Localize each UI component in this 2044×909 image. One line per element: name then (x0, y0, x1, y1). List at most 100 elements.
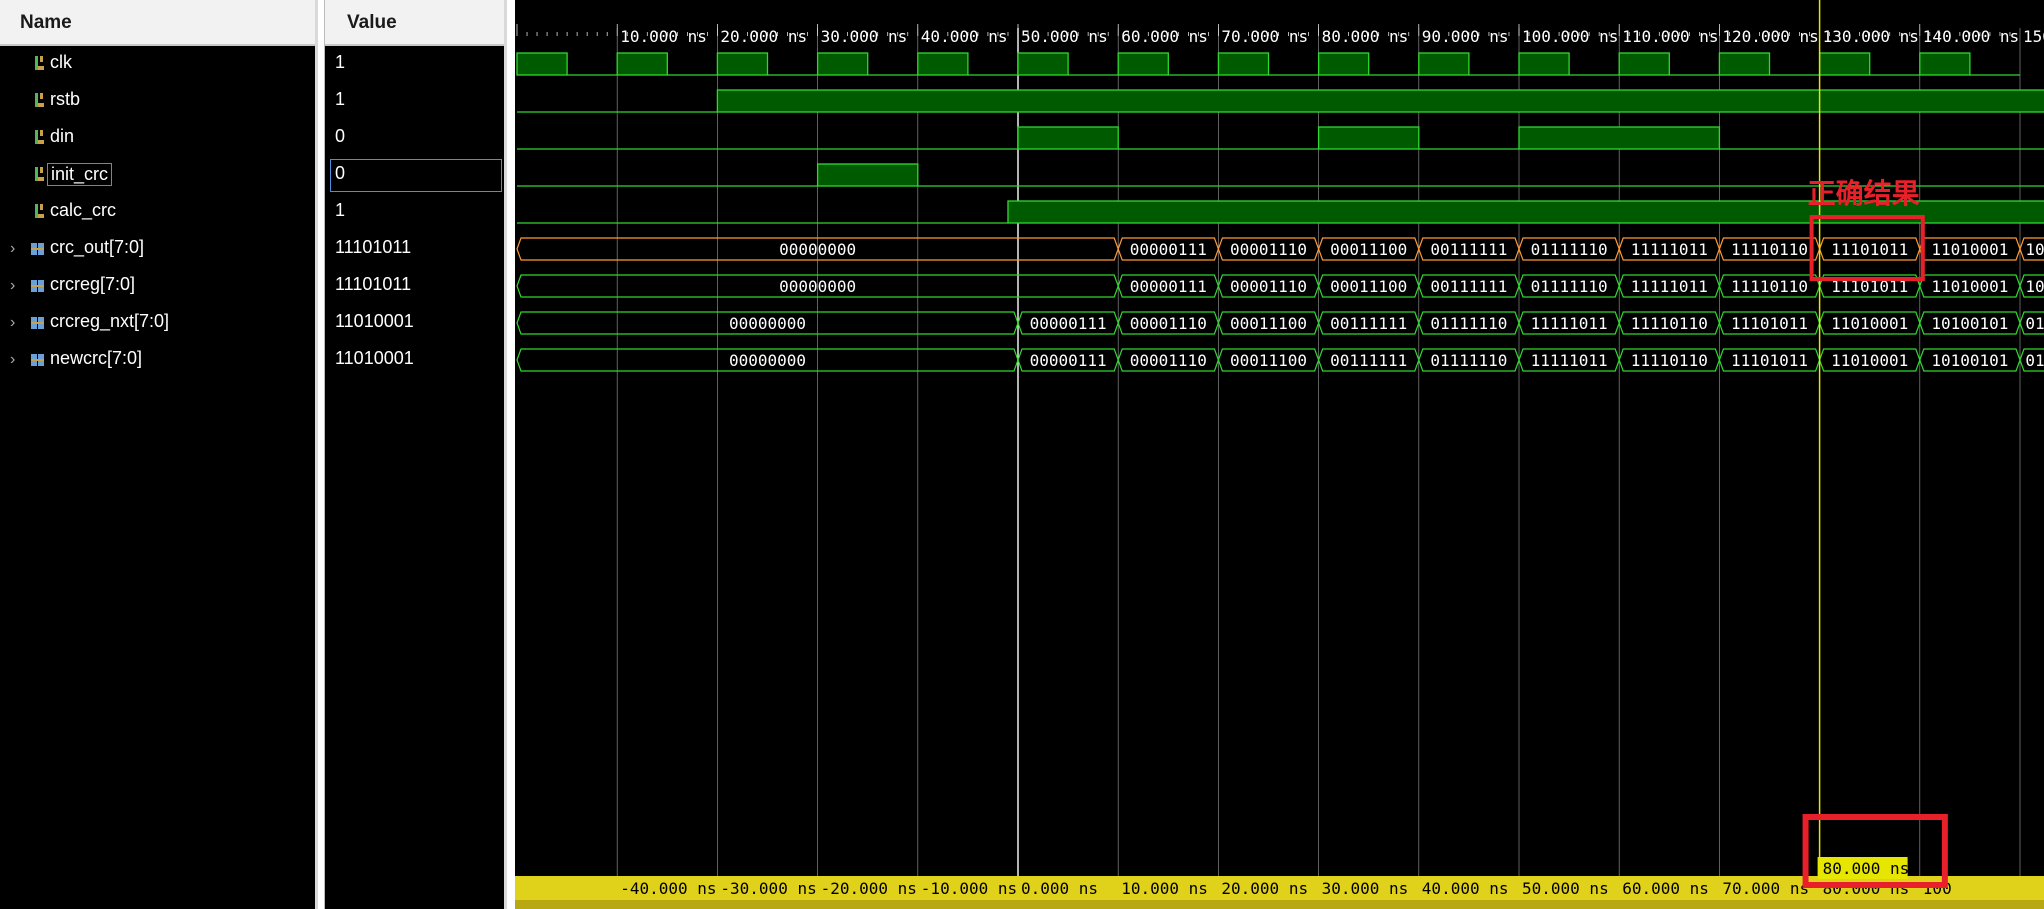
crcreg-value-label: 00000000 (779, 277, 856, 296)
crc-out-value-label: 00011100 (1330, 240, 1407, 259)
top-ruler-label: 40.000 ns (921, 27, 1008, 46)
value-row[interactable]: 0 (325, 157, 504, 194)
crc-out-value-label: 11110110 (1731, 240, 1808, 259)
crcreg-value-label: 00011100 (1330, 277, 1407, 296)
crcreg-nxt-value-label: 00000000 (729, 314, 806, 333)
top-ruler-label: 50.000 ns (1021, 27, 1108, 46)
bus-signal-icon (31, 243, 44, 255)
bit-signal-icon (35, 56, 44, 70)
value-row[interactable]: 1 (325, 83, 504, 120)
newcrc-value-label: 00000111 (1030, 351, 1107, 370)
crcreg-nxt-value-label: 00000111 (1030, 314, 1107, 333)
signal-row-clk[interactable]: clk (0, 46, 315, 83)
top-ruler-label: 80.000 ns (1322, 27, 1409, 46)
signal-row-init_crc[interactable]: init_crc (0, 157, 315, 194)
crcreg-nxt-value-label: 11110110 (1631, 314, 1708, 333)
signal-name: crcreg_nxt[7:0] (50, 311, 170, 331)
crcreg-value-label: 00000111 (1130, 277, 1207, 296)
newcrc-value-label: 00000000 (729, 351, 806, 370)
clk-high-pulse (1518, 52, 1570, 76)
signal-row-crcreg_nxt[interactable]: › crcreg_nxt[7:0] (0, 305, 315, 342)
crc-out-value-label: 00001110 (1230, 240, 1307, 259)
selected-value-box (330, 159, 502, 192)
crcreg-value-label: 00111111 (1430, 277, 1507, 296)
clk-high-pulse (1919, 52, 1971, 76)
crcreg-nxt-value-label: 00011100 (1230, 314, 1307, 333)
bottom-ruler-label: 30.000 ns (1322, 879, 1409, 898)
name-column-header[interactable]: Name (0, 0, 315, 46)
signal-row-crcreg[interactable]: › crcreg[7:0] (0, 268, 315, 305)
clk-high-pulse (1718, 52, 1771, 76)
waveform-canvas[interactable]: 10.000 ns 20.000 ns 30.000 ns 40.000 ns 50.0… (515, 0, 2044, 909)
top-ruler-label: 100.000 ns (1522, 27, 1618, 46)
signal-value: 1 (335, 52, 346, 72)
crc-out-value-label: 11101011 (1831, 240, 1908, 259)
top-ruler-label: 130.000 ns (1823, 27, 1919, 46)
top-ruler-label: 90.000 ns (1422, 27, 1509, 46)
clk-high-pulse (1818, 52, 1871, 76)
expand-chevron-icon[interactable]: › (10, 351, 15, 369)
signal-row-crc_out[interactable]: › crc_out[7:0] (0, 231, 315, 268)
top-ruler-label: 120.000 ns (1722, 27, 1818, 46)
value-column-header[interactable]: Value (325, 0, 504, 46)
names-panel: Name clk rstb din init_crc calc_crc › crc_out[… (0, 0, 318, 909)
crc-out-value-label: 11111011 (1631, 240, 1708, 259)
value-row[interactable]: 11101011 (325, 268, 504, 305)
bottom-ruler-label: 80.000 ns (1823, 879, 1910, 898)
bottom-ruler-label: 10.000 ns (1121, 879, 1208, 898)
signal-value: 11010001 (335, 348, 414, 368)
crcreg-nxt-value-label: 11101011 (1731, 314, 1808, 333)
value-row[interactable]: 1 (325, 194, 504, 231)
bottom-ruler-label: 40.000 ns (1422, 879, 1509, 898)
clk-high-pulse (1117, 52, 1169, 76)
bit-signal-icon (35, 93, 44, 107)
top-ruler-label: 20.000 ns (720, 27, 807, 46)
crc-out-value-label: 11010001 (1931, 240, 2008, 259)
bottom-ruler-ticks (515, 900, 2044, 909)
top-ruler-label: 30.000 ns (821, 27, 908, 46)
signal-name: init_crc (47, 163, 113, 186)
value-row[interactable]: 11010001 (325, 342, 504, 379)
signal-name: rstb (50, 89, 81, 109)
crcreg-value-label: 11010001 (1931, 277, 2008, 296)
crc-out-value-label: 00111111 (1430, 240, 1507, 259)
bit-signal-icon (35, 204, 44, 218)
rstb-high (716, 89, 2044, 113)
crcreg-value-label: 01111110 (1531, 277, 1608, 296)
expand-chevron-icon[interactable]: › (10, 277, 15, 295)
expand-chevron-icon[interactable]: › (10, 240, 15, 258)
signal-value: 1 (335, 200, 346, 220)
top-ruler-label: 110.000 ns (1622, 27, 1718, 46)
signal-name: clk (50, 52, 72, 72)
value-row[interactable]: 11010001 (325, 305, 504, 342)
signal-value: 0 (335, 126, 346, 146)
newcrc-value-label: 11010001 (1831, 351, 1908, 370)
crcreg-nxt-value-label: 01 (2025, 314, 2044, 333)
clk-high-pulse (616, 52, 668, 76)
newcrc-value-label: 11110110 (1631, 351, 1708, 370)
newcrc-value-label: 11101011 (1731, 351, 1808, 370)
value-row[interactable]: 1 (325, 46, 504, 83)
expand-chevron-icon[interactable]: › (10, 314, 15, 332)
crcreg-nxt-value-label: 00001110 (1130, 314, 1207, 333)
values-panel: Value 1 1 0 0 1 11101011 11101011 11010001 11010… (324, 0, 507, 909)
clk-high-pulse (716, 52, 769, 76)
value-row[interactable]: 0 (325, 120, 504, 157)
signal-row-newcrc[interactable]: › newcrc[7:0] (0, 342, 315, 379)
crcreg-nxt-value-label: 11010001 (1831, 314, 1908, 333)
panel-splitter[interactable] (507, 0, 515, 909)
signal-row-calc_crc[interactable]: calc_crc (0, 194, 315, 231)
bottom-ruler-label: 0.000 ns (1021, 879, 1098, 898)
signal-row-din[interactable]: din (0, 120, 315, 157)
value-row[interactable]: 11101011 (325, 231, 504, 268)
signal-row-rstb[interactable]: rstb (0, 83, 315, 120)
crc-out-value-label: 00000000 (779, 240, 856, 259)
crc-out-value-label: 01111110 (1531, 240, 1608, 259)
init-crc-high (816, 163, 919, 187)
din-high (1317, 126, 1420, 150)
newcrc-value-label: 01111110 (1430, 351, 1507, 370)
newcrc-value-label: 00011100 (1230, 351, 1307, 370)
signal-name: newcrc[7:0] (50, 348, 143, 368)
crcreg-nxt-value-label: 11111011 (1531, 314, 1608, 333)
crcreg-value-label: 11111011 (1631, 277, 1708, 296)
